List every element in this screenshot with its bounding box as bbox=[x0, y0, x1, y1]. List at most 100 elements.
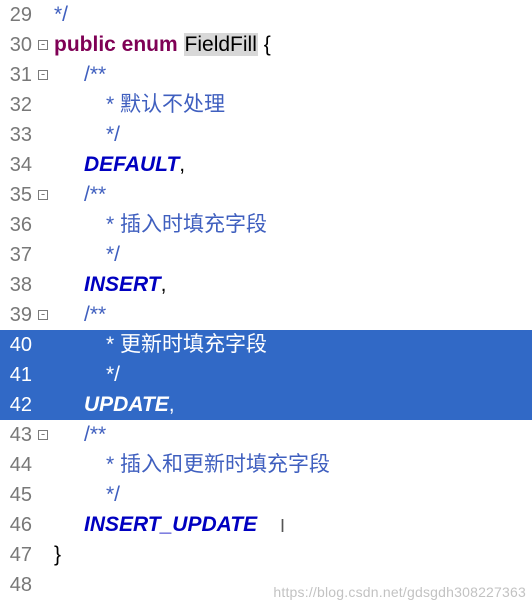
code-content[interactable]: * 更新时填充字段 bbox=[50, 330, 532, 360]
javadoc: /** bbox=[84, 303, 106, 326]
fold-gutter bbox=[36, 480, 50, 510]
javadoc: * 默认不处理 bbox=[106, 93, 225, 116]
code-line[interactable]: 31 /** bbox=[0, 60, 532, 90]
fold-gutter bbox=[36, 540, 50, 570]
code-content[interactable]: * 插入和更新时填充字段 bbox=[50, 450, 532, 480]
javadoc: */ bbox=[106, 123, 120, 146]
type-name: FieldFill bbox=[184, 33, 258, 56]
line-number: 48 bbox=[0, 570, 36, 600]
code-line[interactable]: 29 */ bbox=[0, 0, 532, 30]
code-content[interactable]: */ bbox=[50, 360, 532, 390]
code-content[interactable]: /** bbox=[50, 60, 532, 90]
code-line[interactable]: 42 UPDATE, bbox=[0, 390, 532, 420]
fold-toggle-icon[interactable] bbox=[36, 300, 50, 330]
line-number: 31 bbox=[0, 60, 36, 90]
fold-gutter bbox=[36, 360, 50, 390]
code-content[interactable]: /** bbox=[50, 180, 532, 210]
line-number: 45 bbox=[0, 480, 36, 510]
code-content[interactable]: */ bbox=[50, 480, 532, 510]
code-line[interactable]: 43 /** bbox=[0, 420, 532, 450]
fold-gutter bbox=[36, 120, 50, 150]
enum-constant: DEFAULT bbox=[84, 153, 179, 176]
fold-gutter bbox=[36, 330, 50, 360]
code-content[interactable]: INSERT_UPDATE bbox=[50, 510, 532, 540]
code-editor[interactable]: 29*/30public enum FieldFill {31/**32* 默认… bbox=[0, 0, 532, 600]
code-content[interactable]: * 默认不处理 bbox=[50, 90, 532, 120]
line-number: 35 bbox=[0, 180, 36, 210]
line-number: 40 bbox=[0, 330, 36, 360]
line-number: 41 bbox=[0, 360, 36, 390]
code-content[interactable]: UPDATE, bbox=[50, 390, 532, 420]
code-content[interactable]: DEFAULT, bbox=[50, 150, 532, 180]
code-line[interactable]: 40 * 更新时填充字段 bbox=[0, 330, 532, 360]
javadoc: * 插入时填充字段 bbox=[106, 213, 267, 236]
enum-constant: INSERT_UPDATE bbox=[84, 513, 257, 536]
fold-toggle-icon[interactable] bbox=[36, 180, 50, 210]
line-number: 42 bbox=[0, 390, 36, 420]
fold-gutter bbox=[36, 210, 50, 240]
code-content[interactable]: * 插入时填充字段 bbox=[50, 210, 532, 240]
code-line[interactable]: 44 * 插入和更新时填充字段 bbox=[0, 450, 532, 480]
enum-constant: INSERT bbox=[84, 273, 161, 296]
line-number: 33 bbox=[0, 120, 36, 150]
code-line[interactable]: 47} bbox=[0, 540, 532, 570]
javadoc: * 插入和更新时填充字段 bbox=[106, 453, 330, 476]
separator: , bbox=[179, 153, 185, 176]
code-line[interactable]: 38 INSERT, bbox=[0, 270, 532, 300]
code-content[interactable]: */ bbox=[50, 120, 532, 150]
code-line[interactable]: 30 public enum FieldFill { bbox=[0, 30, 532, 60]
javadoc: */ bbox=[106, 363, 120, 386]
line-number: 47 bbox=[0, 540, 36, 570]
code-content[interactable]: */ bbox=[50, 0, 532, 30]
brace: { bbox=[264, 33, 271, 56]
fold-gutter bbox=[36, 240, 50, 270]
line-number: 29 bbox=[0, 0, 36, 30]
code-content[interactable]: } bbox=[50, 540, 532, 570]
code-line[interactable]: 36 * 插入时填充字段 bbox=[0, 210, 532, 240]
code-content[interactable]: INSERT, bbox=[50, 270, 532, 300]
line-number: 46 bbox=[0, 510, 36, 540]
code-line[interactable]: 32 * 默认不处理 bbox=[0, 90, 532, 120]
enum-constant: UPDATE bbox=[84, 393, 169, 416]
fold-toggle-icon[interactable] bbox=[36, 60, 50, 90]
code-content[interactable]: */ bbox=[50, 240, 532, 270]
code-line[interactable]: 37 */ bbox=[0, 240, 532, 270]
line-number: 36 bbox=[0, 210, 36, 240]
code-content[interactable]: /** bbox=[50, 420, 532, 450]
line-number: 39 bbox=[0, 300, 36, 330]
line-number: 38 bbox=[0, 270, 36, 300]
code-line[interactable]: 34 DEFAULT, bbox=[0, 150, 532, 180]
fold-gutter bbox=[36, 510, 50, 540]
fold-gutter bbox=[36, 570, 50, 600]
fold-gutter bbox=[36, 90, 50, 120]
javadoc: */ bbox=[54, 3, 68, 26]
separator: , bbox=[161, 273, 167, 296]
brace: } bbox=[54, 543, 61, 566]
line-number: 30 bbox=[0, 30, 36, 60]
line-number: 32 bbox=[0, 90, 36, 120]
line-number: 37 bbox=[0, 240, 36, 270]
javadoc: /** bbox=[84, 423, 106, 446]
fold-gutter bbox=[36, 150, 50, 180]
fold-gutter bbox=[36, 270, 50, 300]
fold-toggle-icon[interactable] bbox=[36, 30, 50, 60]
javadoc: */ bbox=[106, 483, 120, 506]
code-content[interactable]: public enum FieldFill { bbox=[50, 30, 532, 60]
line-number: 43 bbox=[0, 420, 36, 450]
javadoc: * 更新时填充字段 bbox=[106, 333, 267, 356]
code-content[interactable]: /** bbox=[50, 300, 532, 330]
fold-gutter bbox=[36, 0, 50, 30]
javadoc: */ bbox=[106, 243, 120, 266]
code-line[interactable]: 35 /** bbox=[0, 180, 532, 210]
keyword: public enum bbox=[54, 33, 178, 56]
code-line[interactable]: 45 */ bbox=[0, 480, 532, 510]
javadoc: /** bbox=[84, 63, 106, 86]
code-line[interactable]: 33 */ bbox=[0, 120, 532, 150]
line-number: 34 bbox=[0, 150, 36, 180]
code-line[interactable]: 39 /** bbox=[0, 300, 532, 330]
code-line[interactable]: 46 INSERT_UPDATE bbox=[0, 510, 532, 540]
code-line[interactable]: 41 */ bbox=[0, 360, 532, 390]
fold-gutter bbox=[36, 450, 50, 480]
fold-toggle-icon[interactable] bbox=[36, 420, 50, 450]
line-number: 44 bbox=[0, 450, 36, 480]
